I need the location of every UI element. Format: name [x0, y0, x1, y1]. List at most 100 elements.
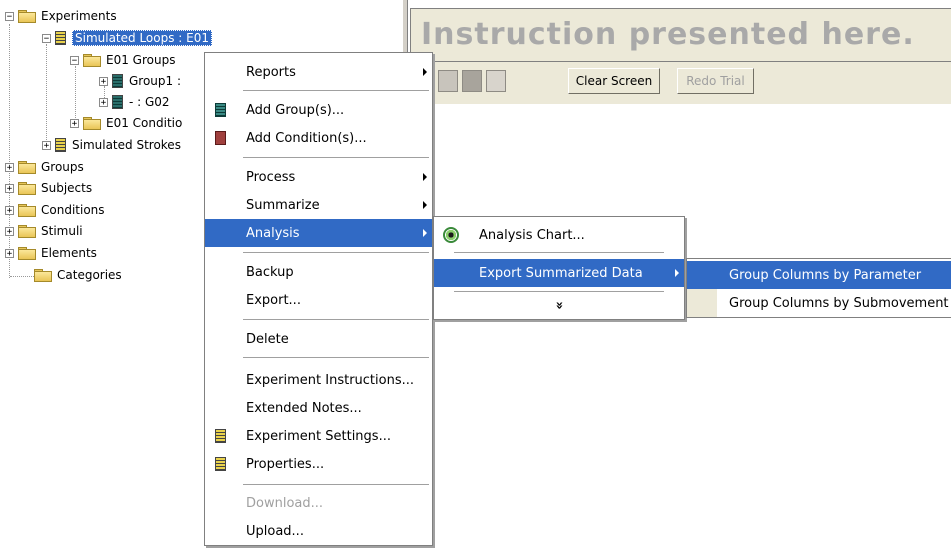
menu-item-export[interactable]: Export... [205, 286, 432, 314]
tree-item-label: Elements [41, 246, 97, 260]
menu-item-group-by-parameter[interactable]: Group Columns by Parameter [687, 261, 951, 289]
menu-separator [243, 157, 429, 159]
tree-item-subjects[interactable]: + Subjects [5, 178, 92, 198]
folder-icon [18, 203, 36, 217]
pen-color-icon[interactable] [438, 70, 458, 92]
group-icon [215, 103, 226, 117]
menu-item-label: Properties... [246, 456, 325, 472]
clear-screen-button[interactable]: Clear Screen [568, 68, 660, 94]
menu-separator [243, 252, 429, 254]
menu-item-reports[interactable]: Reports [205, 58, 432, 86]
tree-connector [10, 276, 34, 277]
instruction-text: Instruction presented here. [421, 17, 915, 52]
redo-trial-button[interactable]: Redo Trial [677, 68, 754, 94]
menu-item-label: Download... [246, 495, 324, 511]
expand-icon[interactable]: + [5, 205, 14, 215]
expand-icon[interactable]: + [5, 248, 14, 258]
tree-item-e01-groups[interactable]: − E01 Groups [70, 50, 175, 70]
menu-item-label: Process [246, 169, 296, 185]
tree-item-group1[interactable]: + Group1 : [99, 71, 181, 91]
tree-item-label: E01 Conditio [106, 116, 183, 130]
folder-icon [83, 116, 101, 130]
menu-item-label: Extended Notes... [246, 400, 362, 416]
menu-expand-more[interactable]: » [434, 293, 684, 317]
tree-item-label: Subjects [41, 181, 93, 195]
menu-item-export-summarized-data[interactable]: Export Summarized Data [434, 259, 684, 287]
expand-icon[interactable]: + [5, 226, 14, 236]
stop-icon[interactable] [462, 70, 482, 92]
expand-icon[interactable]: + [99, 97, 108, 107]
menu-item-experiment-settings[interactable]: Experiment Settings... [205, 422, 432, 450]
menu-item-analysis-chart[interactable]: Analysis Chart... [434, 221, 684, 249]
menu-item-label: Analysis Chart... [479, 227, 585, 243]
menu-item-label: Backup [246, 264, 294, 280]
tree-item-label: Group1 : [129, 74, 182, 88]
tree-item-experiments[interactable]: − Experiments [5, 6, 117, 26]
document-icon [112, 74, 123, 88]
tree-item-categories[interactable]: Categories [34, 265, 122, 285]
tree-item-simulated-strokes[interactable]: + Simulated Strokes [42, 135, 181, 155]
submenu-arrow-icon [675, 269, 679, 277]
menu-separator [243, 90, 429, 92]
menu-item-label: Export... [246, 292, 301, 308]
menu-item-download[interactable]: Download... [205, 489, 432, 517]
tree-item-label: Simulated Strokes [72, 138, 181, 152]
menu-separator [243, 319, 429, 321]
menu-separator [243, 484, 429, 486]
tree-item-label: E01 Groups [106, 53, 176, 67]
tree-item-simulated-loops[interactable]: − Simulated Loops : E01 [42, 28, 213, 48]
menu-item-label: Group Columns by Submovement [729, 295, 949, 311]
folder-icon [34, 268, 52, 282]
menu-item-add-groups[interactable]: Add Group(s)... [205, 96, 432, 124]
tree-item-conditions[interactable]: + Conditions [5, 200, 105, 220]
tree-item-elements[interactable]: + Elements [5, 243, 97, 263]
toolbar: Clear Screen Redo Trial [410, 62, 951, 104]
tree-item-g02[interactable]: + - : G02 [99, 92, 170, 112]
expand-icon[interactable]: + [5, 183, 14, 193]
tree-item-label: Stimuli [41, 224, 83, 238]
folder-icon [83, 53, 101, 67]
menu-item-summarize[interactable]: Summarize [205, 191, 432, 219]
folder-icon [18, 224, 36, 238]
tree-item-label: Experiments [41, 9, 117, 23]
menu-item-analysis[interactable]: Analysis [205, 219, 432, 247]
tree-item-label: - : G02 [129, 95, 170, 109]
menu-item-delete[interactable]: Delete [205, 325, 432, 353]
expand-icon[interactable]: + [5, 162, 14, 172]
condition-icon [215, 131, 226, 145]
menu-item-extended-notes[interactable]: Extended Notes... [205, 394, 432, 422]
menu-item-label: Experiment Settings... [246, 428, 391, 444]
menu-item-group-by-submovement[interactable]: Group Columns by Submovement [687, 289, 951, 317]
menu-item-experiment-instructions[interactable]: Experiment Instructions... [205, 366, 432, 394]
collapse-icon[interactable]: − [5, 11, 14, 21]
document-icon [55, 31, 66, 45]
properties-document-icon [215, 457, 226, 471]
expand-icon[interactable]: + [99, 76, 108, 86]
menu-item-upload[interactable]: Upload... [205, 517, 432, 545]
menu-item-backup[interactable]: Backup [205, 258, 432, 286]
menu-item-label: Reports [246, 64, 296, 80]
tree-item-e01-conditions[interactable]: + E01 Conditio [70, 113, 182, 133]
tree-item-stimuli[interactable]: + Stimuli [5, 221, 83, 241]
menu-item-add-conditions[interactable]: Add Condition(s)... [205, 124, 432, 152]
submenu-arrow-icon [423, 201, 427, 209]
tree-item-label: Categories [57, 268, 122, 282]
tree-item-label: Conditions [41, 203, 105, 217]
grid-icon[interactable] [486, 70, 506, 92]
menu-item-label: Delete [246, 331, 289, 347]
expand-icon[interactable]: + [70, 118, 79, 128]
collapse-icon[interactable]: − [70, 55, 79, 65]
analysis-chart-icon [443, 227, 459, 243]
context-menu: Reports Add Group(s)... Add Condition(s)… [204, 52, 433, 546]
folder-icon [18, 246, 36, 260]
document-icon [55, 138, 66, 152]
collapse-icon[interactable]: − [42, 33, 51, 43]
expand-icon[interactable]: + [42, 140, 51, 150]
tree-connector [46, 44, 47, 146]
analysis-submenu: Analysis Chart... Export Summarized Data… [433, 216, 685, 320]
tree-item-groups[interactable]: + Groups [5, 157, 84, 177]
menu-item-label: Export Summarized Data [479, 265, 643, 281]
menu-item-process[interactable]: Process [205, 163, 432, 191]
folder-icon [18, 181, 36, 195]
menu-item-properties[interactable]: Properties... [205, 450, 432, 478]
